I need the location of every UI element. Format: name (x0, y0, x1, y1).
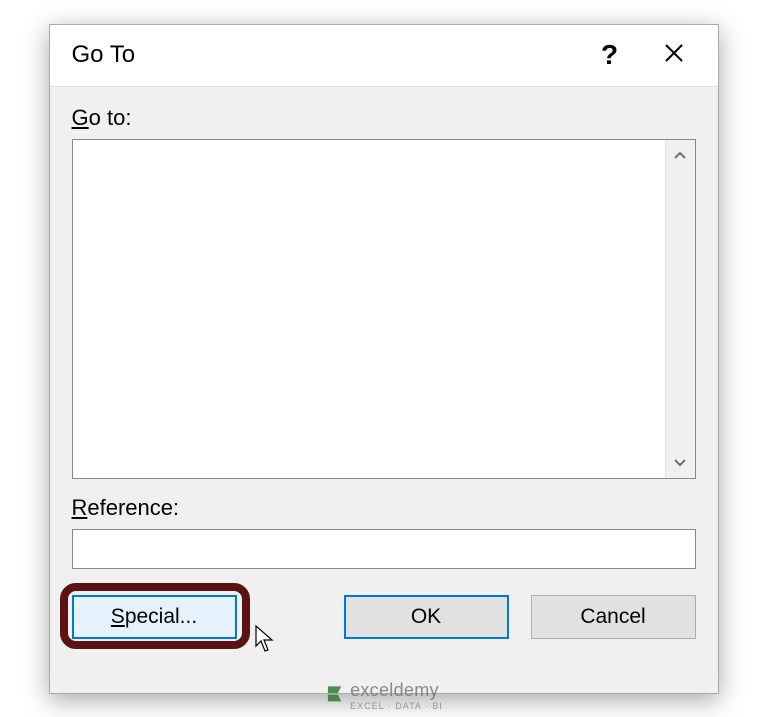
special-button-label: Special... (111, 605, 197, 629)
special-button[interactable]: Special... (72, 595, 237, 639)
watermark: exceldemy EXCEL · DATA · BI (324, 680, 443, 711)
button-row: Special... OK Cancel (72, 595, 696, 639)
help-icon: ? (601, 39, 618, 71)
cursor-icon (254, 625, 276, 653)
ok-button-label: OK (411, 605, 441, 629)
goto-dialog: Go To ? Go to: Reference: (49, 24, 719, 694)
reference-label: Reference: (72, 495, 696, 521)
close-button[interactable] (642, 24, 706, 86)
scroll-down-icon[interactable] (666, 448, 695, 478)
scroll-up-icon[interactable] (666, 140, 695, 170)
goto-listbox[interactable] (73, 140, 665, 478)
watermark-brand: exceldemy (350, 680, 443, 701)
cancel-button-label: Cancel (580, 605, 645, 629)
goto-label: Go to: (72, 105, 696, 131)
close-icon (665, 41, 683, 69)
listbox-scrollbar[interactable] (665, 140, 695, 478)
ok-button[interactable]: OK (344, 595, 509, 639)
watermark-tagline: EXCEL · DATA · BI (350, 701, 443, 711)
watermark-logo-icon (324, 683, 344, 708)
reference-input[interactable] (72, 529, 696, 569)
titlebar: Go To ? (50, 25, 718, 87)
cancel-button[interactable]: Cancel (531, 595, 696, 639)
dialog-title: Go To (72, 41, 136, 69)
goto-listbox-container (72, 139, 696, 479)
dialog-body: Go to: Reference: Special... OK (50, 87, 718, 693)
help-button[interactable]: ? (578, 24, 642, 86)
